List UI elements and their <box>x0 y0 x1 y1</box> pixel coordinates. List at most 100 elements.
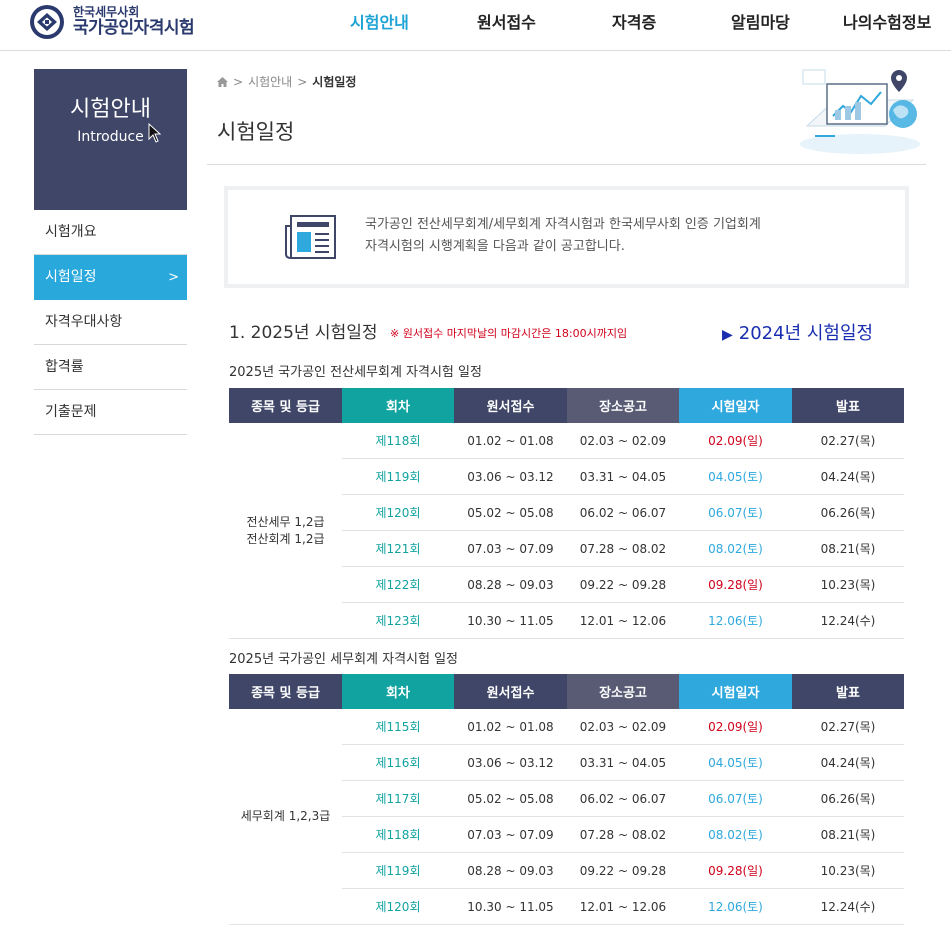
result-cell: 12.24(수) <box>792 888 904 925</box>
venue-cell: 03.31 ~ 04.05 <box>567 458 679 495</box>
logo-emblem-icon <box>30 5 64 39</box>
column-header: 장소공고 <box>567 674 679 709</box>
exam-date-cell: 02.09(일) <box>679 709 792 745</box>
nav-application[interactable]: 원서접수 <box>477 9 536 33</box>
chevron-right-icon: > <box>168 270 179 285</box>
column-header: 회차 <box>342 388 454 423</box>
page-title: 시험일정 <box>217 120 295 144</box>
home-icon[interactable] <box>217 76 228 87</box>
venue-cell: 07.28 ~ 08.02 <box>567 530 679 567</box>
column-header: 종목 및 등급 <box>229 674 342 709</box>
sidebar-item-label: 시험일정 <box>45 269 97 285</box>
sidebar-item-benefits[interactable]: 자격우대사항 <box>34 300 187 345</box>
schedule-table-tax-accounting: 종목 및 등급 회차 원서접수 장소공고 시험일자 발표 세무회계 1,2,3급… <box>229 674 904 925</box>
round-cell: 제121회 <box>342 530 454 567</box>
sidebar-item-overview[interactable]: 시험개요 <box>34 210 187 255</box>
table-1-title: 2025년 국가공인 전산세무회계 자격시험 일정 <box>229 365 482 380</box>
breadcrumb-separator: > <box>297 74 308 89</box>
venue-cell: 03.31 ~ 04.05 <box>567 744 679 781</box>
notice-box: 국가공인 전산세무회계/세무회계 자격시험과 한국세무사회 인증 기업회계 자격… <box>224 186 909 288</box>
grade-line: 세무회계 1,2,3급 <box>240 809 331 823</box>
sidebar-item-schedule[interactable]: 시험일정 > <box>34 255 187 300</box>
apply-cell: 03.06 ~ 03.12 <box>454 744 567 781</box>
table-row: 세무회계 1,2,3급 제115회 01.02 ~ 01.08 02.03 ~ … <box>229 709 904 925</box>
venue-cell: 02.03 ~ 02.09 <box>567 709 679 745</box>
round-cell: 제118회 <box>342 423 454 459</box>
exam-date-cell: 08.02(토) <box>679 530 792 567</box>
apply-cell: 08.28 ~ 09.03 <box>454 566 567 603</box>
sidebar-menu: 시험개요 시험일정 > 자격우대사항 합격률 기출문제 <box>34 210 187 435</box>
data-analysis-illustration-icon <box>800 69 920 154</box>
section-title: 1. 2025년 시험일정 <box>229 323 378 343</box>
newspaper-icon <box>285 215 336 259</box>
exam-date-cell: 04.05(토) <box>679 458 792 495</box>
sidebar-item-label: 합격률 <box>45 359 84 375</box>
result-cell: 10.23(목) <box>792 852 904 889</box>
result-cell: 08.21(목) <box>792 530 904 567</box>
venue-cell: 07.28 ~ 08.02 <box>567 816 679 853</box>
result-cell: 04.24(목) <box>792 744 904 781</box>
breadcrumb-separator: > <box>233 74 244 89</box>
result-cell: 06.26(목) <box>792 494 904 531</box>
nav-exam-info[interactable]: 시험안내 <box>350 9 409 33</box>
grade-cell: 세무회계 1,2,3급 <box>229 709 342 925</box>
breadcrumb-item[interactable]: 시험안내 <box>248 73 292 90</box>
column-header: 시험일자 <box>679 388 792 423</box>
column-header: 원서접수 <box>454 674 567 709</box>
sidebar-item-past-exams[interactable]: 기출문제 <box>34 390 187 435</box>
venue-cell: 06.02 ~ 06.07 <box>567 494 679 531</box>
sidebar-item-label: 시험개요 <box>45 224 97 240</box>
exam-date-cell: 09.28(일) <box>679 566 792 603</box>
venue-cell: 09.22 ~ 09.28 <box>567 852 679 889</box>
sidebar-item-pass-rate[interactable]: 합격률 <box>34 345 187 390</box>
nav-my-exam-info[interactable]: 나의수험정보 <box>843 9 931 33</box>
notice-line-2: 자격시험의 시행계획을 다음과 같이 공고합니다. <box>365 239 625 254</box>
exam-date-cell: 02.09(일) <box>679 423 792 459</box>
apply-cell: 07.03 ~ 07.09 <box>454 530 567 567</box>
round-cell: 제119회 <box>342 852 454 889</box>
apply-cell: 03.06 ~ 03.12 <box>454 458 567 495</box>
nav-certificate[interactable]: 자격증 <box>612 9 656 33</box>
exam-date-cell: 06.07(토) <box>679 780 792 817</box>
apply-cell: 01.02 ~ 01.08 <box>454 423 567 459</box>
exam-date-cell: 12.06(토) <box>679 602 792 639</box>
column-header: 발표 <box>792 388 904 423</box>
breadcrumb: > 시험안내 > 시험일정 <box>217 73 356 90</box>
exam-date-cell: 09.28(일) <box>679 852 792 889</box>
sidebar-title-box: 시험안내 Introduce <box>34 69 187 210</box>
exam-date-cell: 12.06(토) <box>679 888 792 925</box>
notice-line-1: 국가공인 전산세무회계/세무회계 자격시험과 한국세무사회 인증 기업회계 <box>365 217 761 232</box>
apply-cell: 08.28 ~ 09.03 <box>454 852 567 889</box>
apply-cell: 01.02 ~ 01.08 <box>454 709 567 745</box>
result-cell: 04.24(목) <box>792 458 904 495</box>
grade-cell: 전산세무 1,2급 전산회계 1,2급 <box>229 423 342 639</box>
table-2-title: 2025년 국가공인 세무회계 자격시험 일정 <box>229 652 459 667</box>
venue-cell: 12.01 ~ 12.06 <box>567 888 679 925</box>
round-cell: 제115회 <box>342 709 454 745</box>
round-cell: 제120회 <box>342 494 454 531</box>
result-cell: 02.27(목) <box>792 423 904 459</box>
round-cell: 제119회 <box>342 458 454 495</box>
column-header: 발표 <box>792 674 904 709</box>
mouse-cursor-icon <box>148 123 162 143</box>
apply-cell: 10.30 ~ 11.05 <box>454 888 567 925</box>
site-header: 한국세무사회 국가공인자격시험 시험안내 원서접수 자격증 알림마당 나의수험정… <box>0 0 951 51</box>
grade-line: 전산회계 1,2급 <box>246 531 325 546</box>
site-logo[interactable]: 한국세무사회 국가공인자격시험 <box>29 4 195 40</box>
nav-notice[interactable]: 알림마당 <box>731 9 790 33</box>
venue-cell: 09.22 ~ 09.28 <box>567 566 679 603</box>
round-cell: 제118회 <box>342 816 454 853</box>
column-header: 회차 <box>342 674 454 709</box>
result-cell: 08.21(목) <box>792 816 904 853</box>
apply-cell: 05.02 ~ 05.08 <box>454 780 567 817</box>
round-cell: 제120회 <box>342 888 454 925</box>
column-header: 시험일자 <box>679 674 792 709</box>
table-row: 전산세무 1,2급 전산회계 1,2급 제118회 01.02 ~ 01.08 0… <box>229 423 904 639</box>
link-2024-schedule[interactable]: ▶ 2024년 시험일정 <box>722 319 873 345</box>
exam-date-cell: 06.07(토) <box>679 494 792 531</box>
table-header-row: 종목 및 등급 회차 원서접수 장소공고 시험일자 발표 <box>229 388 904 423</box>
venue-cell: 02.03 ~ 02.09 <box>567 423 679 459</box>
sidebar-item-label: 기출문제 <box>45 404 97 420</box>
result-cell: 12.24(수) <box>792 602 904 639</box>
result-cell: 02.27(목) <box>792 709 904 745</box>
